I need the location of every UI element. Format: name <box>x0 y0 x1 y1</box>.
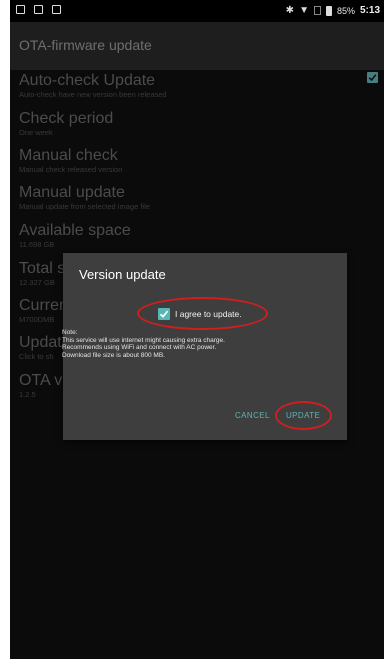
phone-screen: ✱ ▼ 85% 5:13 OTA-firmware update Auto-ch… <box>10 0 384 659</box>
annotation-circle-agree <box>137 297 268 330</box>
annotation-circle-update <box>275 401 332 430</box>
note-line: Download file size is about 800 MB. <box>62 351 165 359</box>
cancel-button[interactable]: CANCEL <box>235 411 270 420</box>
dialog-title: Version update <box>79 267 166 282</box>
version-update-dialog: Version update I agree to update. Note: … <box>62 253 347 440</box>
note-line: Note: <box>62 329 78 336</box>
note-line: Recommends using WiFi and connect with A… <box>62 344 217 352</box>
note-line: This service will use internet might cau… <box>62 336 225 344</box>
dialog-note: Note: This service will use internet mig… <box>62 329 302 359</box>
